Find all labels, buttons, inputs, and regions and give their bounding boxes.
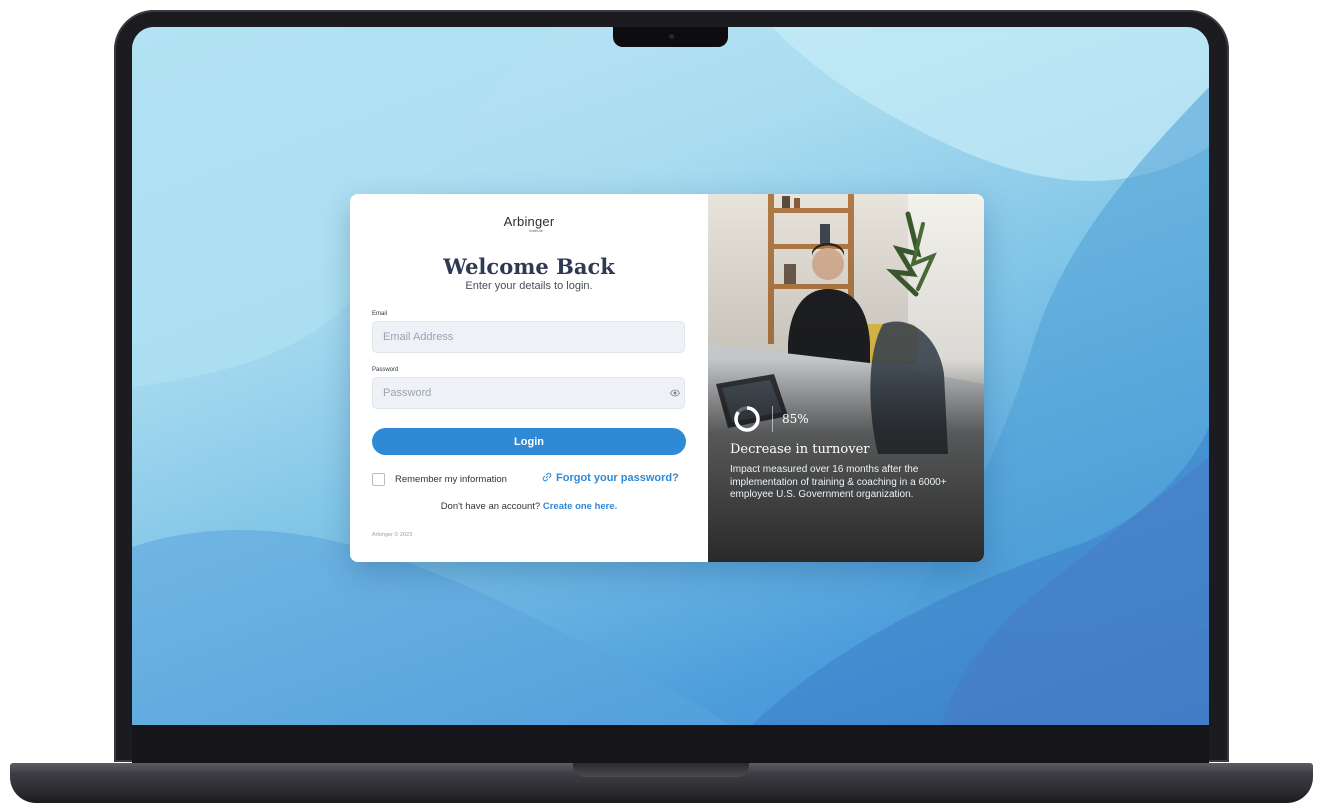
remember-label: Remember my information <box>395 474 507 485</box>
login-button[interactable]: Login <box>372 428 686 455</box>
forgot-password-label: Forgot your password? <box>556 472 679 484</box>
forgot-password-link[interactable]: Forgot your password? <box>542 472 679 484</box>
login-card: Arbinger Institute Welcome Back Enter yo… <box>350 194 984 562</box>
screen-bezel <box>132 725 1209 763</box>
remember-checkbox[interactable] <box>372 473 385 486</box>
progress-ring-icon <box>734 406 760 432</box>
link-icon <box>542 472 552 482</box>
logo-subtext: Institute <box>528 228 543 233</box>
eye-icon[interactable] <box>670 389 680 397</box>
password-label: Password <box>372 367 399 373</box>
signup-prompt: Don't have an account? Create one here. <box>350 501 708 512</box>
password-field[interactable] <box>372 377 685 409</box>
email-field[interactable] <box>372 321 685 353</box>
stat-title: Decrease in turnover <box>730 442 870 457</box>
email-label: Email <box>372 311 388 317</box>
create-account-link[interactable]: Create one here. <box>543 501 617 512</box>
stat-divider <box>772 406 773 432</box>
stat-description: Impact measured over 16 months after the… <box>730 464 947 500</box>
lid-opening-notch <box>573 763 749 777</box>
arbinger-logo: Arbinger Institute <box>350 214 708 233</box>
logo-wordmark: Arbinger <box>503 214 555 229</box>
page-title: Welcome Back <box>443 254 615 279</box>
stat-value: 85% <box>782 412 809 426</box>
office-photo <box>708 194 984 562</box>
testimonial-photo-pane: 85% Decrease in turnover Impact measured… <box>708 194 984 562</box>
copyright: Arbinger © 2023 <box>372 532 413 538</box>
page-subtitle: Enter your details to login. <box>465 280 593 292</box>
webcam <box>669 34 674 39</box>
login-form-pane: Arbinger Institute Welcome Back Enter yo… <box>350 194 708 562</box>
no-account-text: Don't have an account? <box>440 501 541 512</box>
